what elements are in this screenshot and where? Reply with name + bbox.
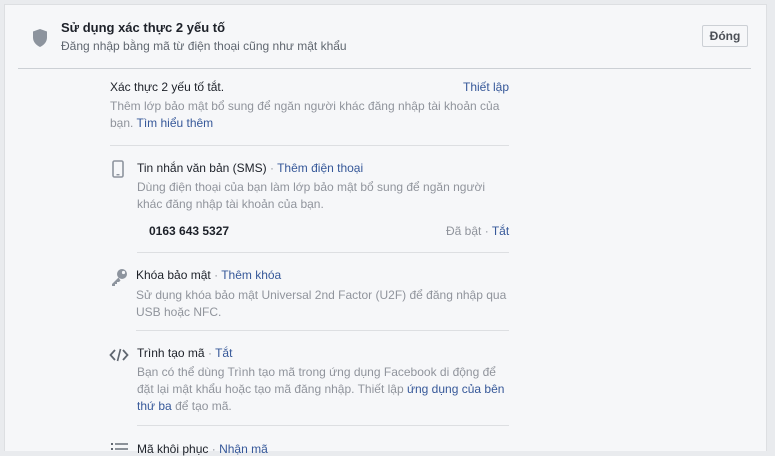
close-button[interactable]: Đóng [702, 25, 748, 47]
setup-link[interactable]: Thiết lập [463, 80, 509, 94]
sms-description: Dùng điện thoại của bạn làm lớp bảo mật … [137, 180, 486, 211]
header-divider [18, 68, 751, 69]
sms-method-header: Tin nhắn văn bản (SMS) · Thêm điện thoại [137, 161, 363, 175]
separator-dot: · [207, 346, 212, 360]
divider [136, 330, 509, 331]
section-title: Sử dụng xác thực 2 yếu tố [61, 20, 226, 35]
recovery-codes-method-header: Mã khôi phục · Nhận mã [137, 442, 268, 456]
code-generator-description: Bạn có thể dùng Trình tạo mã trong ứng d… [137, 364, 513, 415]
security-key-title: Khóa bảo mật [136, 268, 211, 282]
recovery-codes-title: Mã khôi phục [137, 442, 209, 456]
two-factor-panel: Sử dụng xác thực 2 yếu tố Đăng nhập bằng… [4, 4, 767, 456]
key-icon [112, 269, 127, 286]
phone-icon [112, 160, 124, 178]
add-key-link[interactable]: Thêm khóa [221, 268, 281, 282]
sms-turn-off-link[interactable]: Tắt [492, 224, 509, 238]
phone-number: 0163 643 5327 [149, 224, 230, 238]
code-generator-title: Trình tạo mã [137, 346, 205, 360]
divider [137, 425, 509, 426]
shield-icon [33, 29, 47, 47]
sms-title: Tin nhắn văn bản (SMS) [137, 161, 267, 175]
security-key-method-header: Khóa bảo mật · Thêm khóa [136, 268, 281, 282]
separator-dot: · [484, 224, 489, 238]
separator-dot: · [211, 442, 216, 456]
list-icon [111, 443, 128, 450]
divider [137, 252, 509, 253]
two-factor-status: Xác thực 2 yếu tố tắt. [110, 80, 225, 94]
code-generator-method-header: Trình tạo mã · Tắt [137, 346, 232, 360]
code-icon [109, 348, 129, 362]
sms-status: Đã bật [446, 224, 482, 238]
divider [110, 145, 509, 146]
add-phone-link[interactable]: Thêm điện thoại [277, 161, 363, 175]
separator-dot: · [214, 268, 219, 282]
section-subtitle: Đăng nhập bằng mã từ điện thoại cũng như… [61, 39, 347, 53]
code-generator-description-tail: để tạo mã. [171, 399, 232, 413]
overview-description: Thêm lớp bảo mật bổ sung để ngăn người k… [110, 98, 510, 132]
sms-status-group: Đã bật · Tắt [446, 224, 509, 238]
security-key-description: Sử dụng khóa bảo mật Universal 2nd Facto… [136, 288, 507, 319]
separator-dot: · [269, 161, 274, 175]
learn-more-link[interactable]: Tìm hiểu thêm [136, 116, 213, 130]
get-codes-link[interactable]: Nhận mã [219, 442, 268, 456]
code-generator-turn-off-link[interactable]: Tắt [215, 346, 232, 360]
